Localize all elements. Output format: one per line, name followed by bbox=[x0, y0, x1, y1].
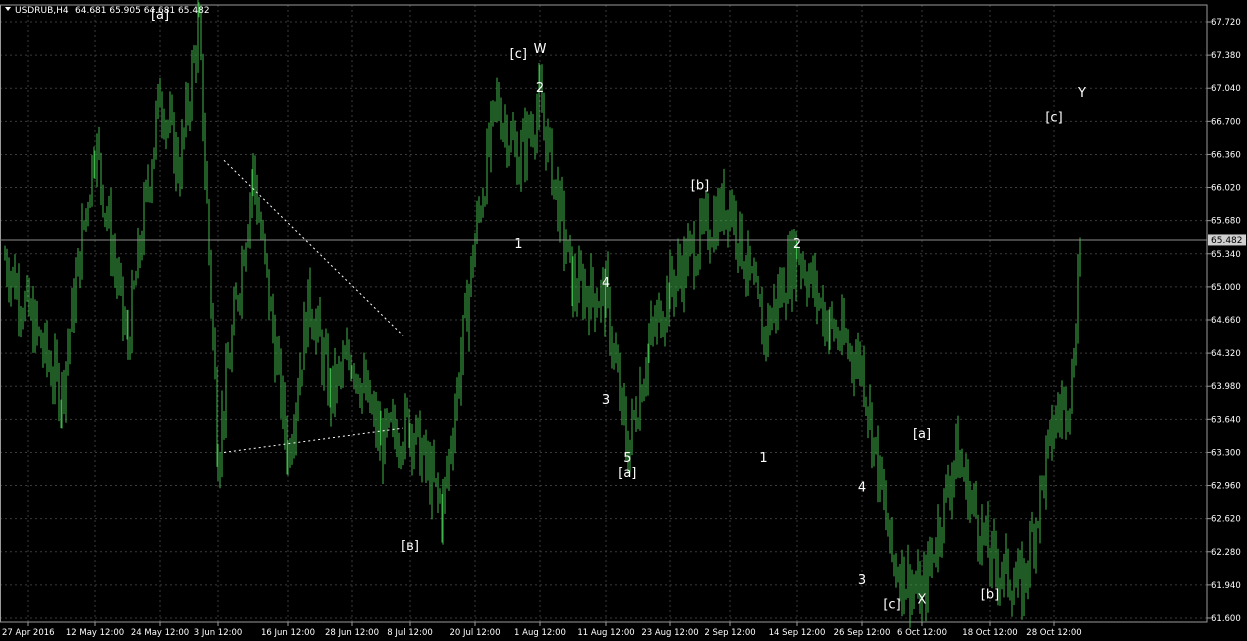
chart-header: USDRUB,H4 64.681 65.905 64.681 65.482 bbox=[5, 6, 210, 16]
wave-label: 5 bbox=[623, 451, 631, 466]
price-chart[interactable]: [a][c] W21435[a][b]21[в]43[c] X[a][b][c]Y … bbox=[0, 0, 1247, 641]
x-tick-label: 14 Sep 12:00 bbox=[769, 628, 826, 638]
wave-label: [c] bbox=[883, 597, 900, 612]
wave-label: 2 bbox=[536, 81, 544, 96]
ohlc-label: 64.681 65.905 64.681 65.482 bbox=[75, 6, 210, 16]
y-tick-label: 63.980 bbox=[1211, 382, 1241, 392]
x-tick-label: 23 Aug 12:00 bbox=[641, 628, 698, 638]
x-tick-label: 28 Jun 12:00 bbox=[325, 628, 379, 638]
x-tick-label: 28 Oct 12:00 bbox=[1026, 628, 1081, 638]
y-tick-label: 67.380 bbox=[1211, 51, 1241, 61]
x-tick-label: 27 Apr 2016 bbox=[2, 628, 55, 638]
x-tick-label: 3 Jun 12:00 bbox=[194, 628, 243, 638]
wave-label: [a] bbox=[618, 466, 636, 481]
wave-label: [c] bbox=[510, 47, 527, 62]
x-tick-label: 26 Sep 12:00 bbox=[834, 628, 891, 638]
y-tick-label: 65.000 bbox=[1211, 283, 1241, 293]
wave-label: [b] bbox=[981, 588, 999, 603]
x-tick-label: 12 May 12:00 bbox=[66, 628, 124, 638]
x-tick-label: 2 Sep 12:00 bbox=[704, 628, 755, 638]
wave-label: 3 bbox=[602, 393, 610, 408]
wave-label: [c] bbox=[1045, 110, 1062, 125]
y-tick-label: 65.340 bbox=[1211, 250, 1241, 260]
y-tick-label: 64.320 bbox=[1211, 349, 1241, 359]
wave-label: 4 bbox=[602, 276, 610, 291]
wave-label: X bbox=[918, 592, 927, 607]
y-tick-label: 62.620 bbox=[1211, 515, 1241, 525]
x-tick-label: 11 Aug 12:00 bbox=[577, 628, 634, 638]
wave-label: 2 bbox=[793, 237, 801, 252]
x-tick-label: 24 May 12:00 bbox=[131, 628, 189, 638]
wave-label: [a] bbox=[913, 427, 931, 442]
x-tick-label: 16 Jun 12:00 bbox=[261, 628, 315, 638]
x-tick-label: 20 Jul 12:00 bbox=[450, 628, 501, 638]
x-tick-label: 18 Oct 12:00 bbox=[962, 628, 1017, 638]
wave-label: 1 bbox=[759, 451, 767, 466]
wave-label: 3 bbox=[858, 573, 866, 588]
y-tick-label: 66.360 bbox=[1211, 150, 1241, 160]
y-tick-label: 67.040 bbox=[1211, 84, 1241, 94]
symbol-label: USDRUB,H4 bbox=[15, 6, 69, 16]
x-tick-label: 8 Jul 12:00 bbox=[387, 628, 433, 638]
y-tick-label: 64.660 bbox=[1211, 316, 1241, 326]
y-tick-label: 61.600 bbox=[1211, 614, 1241, 624]
wave-label: [b] bbox=[691, 179, 709, 194]
y-tick-label: 65.680 bbox=[1211, 217, 1241, 227]
x-tick-label: 1 Aug 12:00 bbox=[514, 628, 566, 638]
wave-label: W bbox=[534, 42, 547, 57]
y-tick-label: 62.960 bbox=[1211, 482, 1241, 492]
y-tick-label: 63.640 bbox=[1211, 415, 1241, 425]
wave-label: 1 bbox=[514, 237, 522, 252]
wave-label: [в] bbox=[401, 539, 419, 554]
y-tick-label: 66.020 bbox=[1211, 184, 1241, 194]
x-tick-label: 6 Oct 12:00 bbox=[897, 628, 947, 638]
wave-label: 4 bbox=[858, 480, 866, 495]
wave-label: Y bbox=[1077, 86, 1086, 101]
y-tick-label: 62.280 bbox=[1211, 548, 1241, 558]
current-price-text: 65.482 bbox=[1211, 236, 1243, 246]
chart-background bbox=[0, 0, 1247, 641]
y-tick-label: 67.720 bbox=[1211, 18, 1241, 28]
y-tick-label: 63.300 bbox=[1211, 448, 1241, 458]
y-tick-label: 61.940 bbox=[1211, 581, 1241, 591]
y-tick-label: 66.700 bbox=[1211, 117, 1241, 127]
